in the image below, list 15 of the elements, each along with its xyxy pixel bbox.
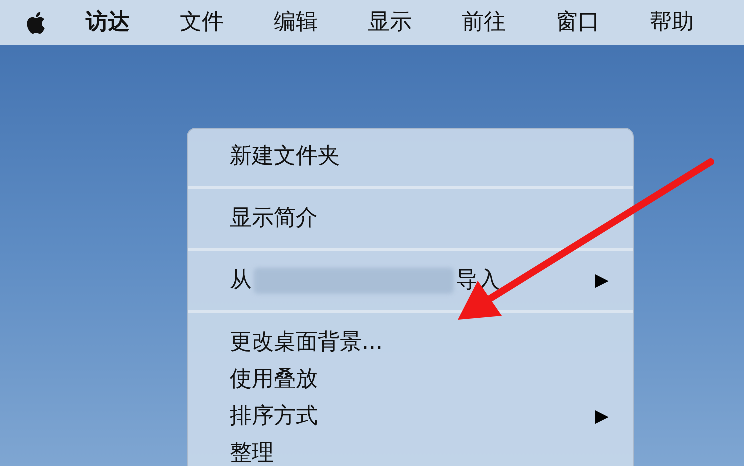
menu-item[interactable]: 新建文件夹 bbox=[188, 138, 633, 175]
menu-bar-item[interactable]: 编辑 bbox=[274, 6, 368, 39]
submenu-arrow: ▶ bbox=[595, 408, 609, 426]
menu-item[interactable]: 显示简介 bbox=[188, 200, 633, 237]
menu-bar-item[interactable]: 显示 bbox=[368, 6, 462, 39]
menu-item[interactable]: 更改桌面背景... bbox=[188, 324, 633, 361]
menu-bar-item[interactable]: 访达 bbox=[86, 6, 180, 39]
menu-bar-item[interactable]: 窗口 bbox=[556, 6, 650, 39]
submenu-arrow: ▶ bbox=[595, 272, 609, 290]
menu-item[interactable]: 整理 bbox=[188, 435, 633, 466]
menu-bar-item[interactable]: 前往 bbox=[462, 6, 556, 39]
menu-bar-item[interactable]: 帮助 bbox=[650, 6, 744, 39]
menu-item[interactable]: 使用叠放 bbox=[188, 361, 633, 398]
menu-item[interactable]: 排序方式 ▶ bbox=[188, 398, 633, 435]
menu-bar-item[interactable]: 文件 bbox=[180, 6, 274, 39]
